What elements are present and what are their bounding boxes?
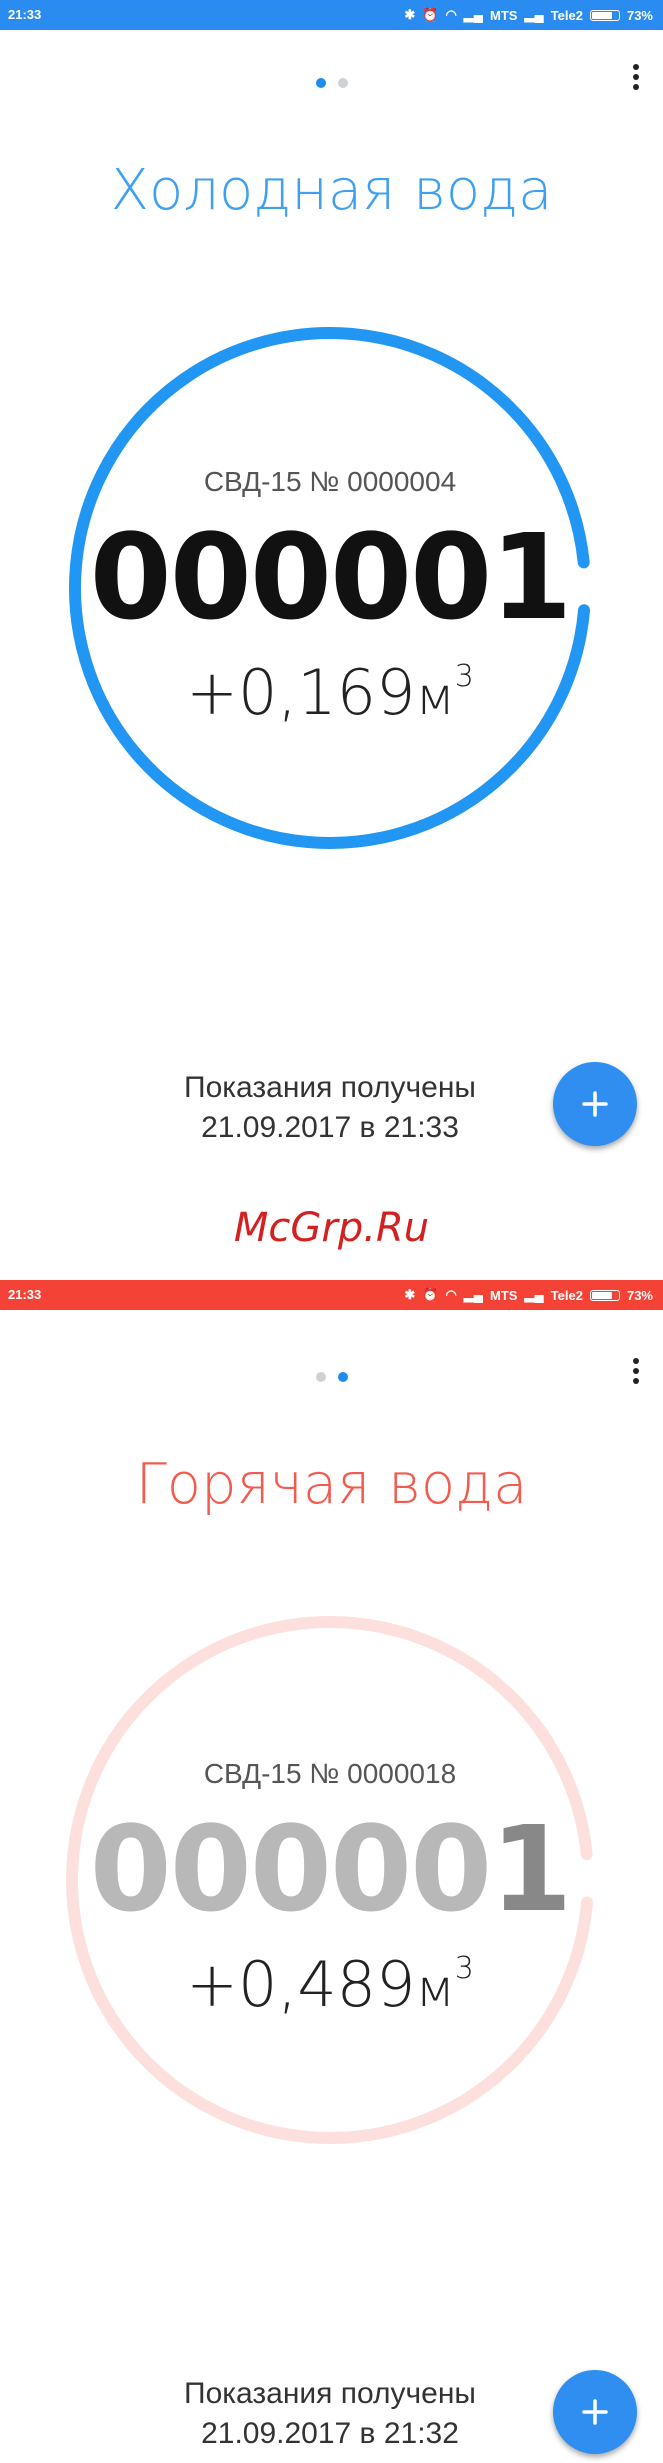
add-reading-button[interactable]	[553, 2370, 637, 2454]
received-date: 21.09.2017 в 21:33	[201, 1111, 459, 1144]
battery-icon	[589, 1289, 620, 1301]
carrier2-label: Tele2	[550, 7, 583, 23]
battery-percent: 73%	[626, 7, 653, 23]
delta-value: +0,489	[186, 1948, 416, 2021]
unit-superscript: 3	[454, 659, 474, 694]
page-indicator[interactable]	[315, 1372, 348, 1382]
page-indicator[interactable]	[315, 78, 348, 88]
alarm-icon: ⏰	[422, 7, 439, 22]
status-bar: 21:33 ✱ ⏰ ◠ ▂▄ MTS ▂▄ Tele2 73%	[0, 1280, 663, 1310]
page-dot-1[interactable]	[315, 1372, 326, 1382]
meter-serial: СВД-15 № 0000018	[203, 1758, 457, 1789]
battery-percent: 73%	[626, 1287, 653, 1303]
page-title: Горячая вода	[135, 1452, 528, 1517]
page-dot-2[interactable]	[337, 78, 348, 88]
page-dot-2[interactable]	[337, 1372, 348, 1382]
add-reading-button[interactable]	[553, 1062, 637, 1146]
wifi-icon: ◠	[445, 1287, 457, 1302]
received-date: 21.09.2017 в 21:32	[201, 2417, 459, 2450]
carrier1-label: MTS	[490, 7, 518, 23]
meter-delta: +0,489м3	[60, 1948, 600, 2021]
alarm-icon: ⏰	[422, 1287, 439, 1302]
watermark: McGrp.Ru	[233, 1205, 430, 1251]
overflow-menu-icon[interactable]	[633, 1358, 639, 1384]
signal2-icon: ▂▄	[524, 7, 544, 22]
cold-water-screen: 21:33 ✱ ⏰ ◠ ▂▄ MTS ▂▄ Tele2 73% Холодная…	[0, 0, 663, 1232]
meter-serial: СВД-15 № 0000004	[203, 466, 457, 497]
status-time: 21:33	[8, 1287, 42, 1302]
battery-icon	[589, 9, 620, 21]
status-time: 21:33	[8, 7, 42, 22]
plus-icon	[582, 1091, 608, 1117]
signal2-icon: ▂▄	[524, 1287, 544, 1302]
meter-delta: +0,169м3	[60, 656, 600, 729]
carrier2-label: Tele2	[550, 1287, 583, 1303]
unit-superscript: 3	[454, 1951, 474, 1986]
meter-gauge: СВД-15 № 0000004 000001 +0,169м3	[60, 318, 600, 858]
meter-reading: 000001	[89, 508, 573, 646]
received-info: Показания получены 21.09.2017 в 21:33	[120, 1068, 540, 1148]
page-title: Холодная вода	[110, 158, 553, 223]
received-label: Показания получены	[184, 1071, 476, 1104]
unit-label: м	[415, 1959, 455, 2019]
plus-icon	[582, 2399, 608, 2425]
wifi-icon: ◠	[445, 7, 457, 22]
carrier1-label: MTS	[490, 1287, 518, 1303]
received-info: Показания получены 21.09.2017 в 21:32	[120, 2374, 540, 2454]
hot-water-screen: 21:33 ✱ ⏰ ◠ ▂▄ MTS ▂▄ Tele2 73% Горячая …	[0, 1280, 663, 2463]
signal-icon: ▂▄	[463, 1287, 484, 1302]
meter-reading: 000001	[60, 1800, 600, 1938]
page-dot-1[interactable]	[315, 78, 326, 88]
signal-icon: ▂▄	[463, 7, 484, 22]
reading-last-digit: 1	[490, 1800, 572, 1938]
bluetooth-icon: ✱	[404, 1287, 416, 1302]
overflow-menu-icon[interactable]	[633, 64, 639, 90]
delta-value: +0,169	[186, 656, 416, 729]
status-bar: 21:33 ✱ ⏰ ◠ ▂▄ MTS ▂▄ Tele2 73%	[0, 0, 663, 30]
received-label: Показания получены	[184, 2377, 476, 2410]
meter-gauge: СВД-15 № 0000018 000001 +0,489м3	[60, 1610, 600, 2150]
bluetooth-icon: ✱	[404, 7, 416, 22]
reading-digits: 00000	[89, 1800, 493, 1938]
unit-label: м	[415, 667, 455, 727]
